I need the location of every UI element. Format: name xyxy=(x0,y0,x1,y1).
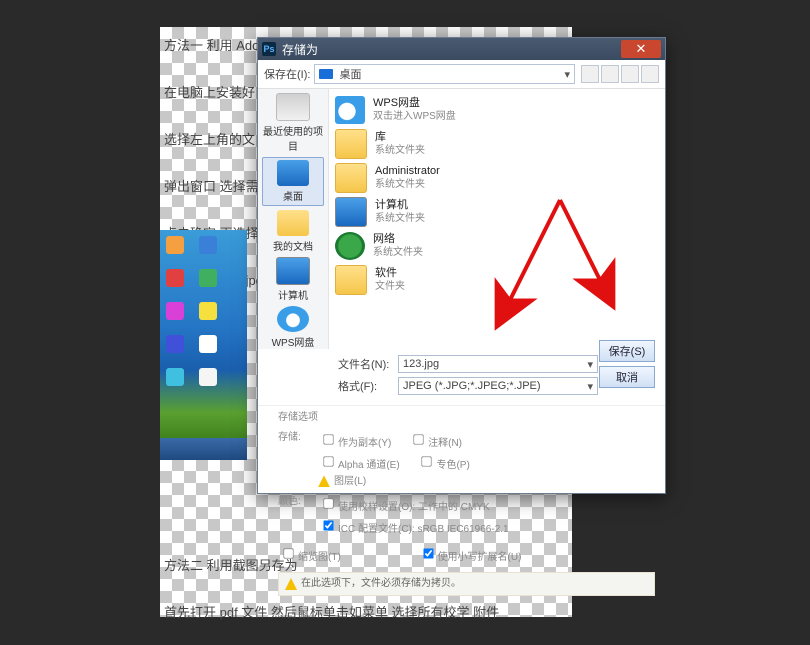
network-icon xyxy=(335,232,365,260)
computer-icon xyxy=(335,197,367,227)
desktop-icon xyxy=(319,69,333,79)
lowercase-ext-checkbox[interactable] xyxy=(423,548,433,558)
app-icon: Ps xyxy=(262,42,276,56)
nav-back-button[interactable] xyxy=(581,65,599,83)
save-in-label: 保存在(I): xyxy=(264,66,310,82)
place-wps[interactable]: WPS网盘 xyxy=(263,306,323,349)
cancel-button[interactable]: 取消 xyxy=(599,366,655,388)
warning-icon xyxy=(285,578,297,590)
format-label: 格式(F): xyxy=(338,378,398,394)
save-options: 存储选项 存储: 作为副本(Y) 注释(N) Alpha 通道(E) 专色(P)… xyxy=(258,405,665,602)
nav-new-folder-button[interactable] xyxy=(621,65,639,83)
folder-icon xyxy=(335,265,367,295)
place-computer[interactable]: 计算机 xyxy=(263,257,323,302)
folder-icon xyxy=(335,129,367,159)
save-as-dialog: Ps 存储为 ✕ 保存在(I): 桌面 ▾ 最近使用的项目 xyxy=(257,37,666,494)
format-combo[interactable]: JPEG (*.JPG;*.JPEG;*.JPE)▾ xyxy=(398,377,598,395)
places-sidebar: 最近使用的项目 桌面 我的文档 计算机 WPS网盘 xyxy=(258,89,329,349)
file-list[interactable]: WPS网盘双击进入WPS网盘 库系统文件夹 Administrator系统文件夹… xyxy=(329,89,665,349)
place-desktop[interactable]: 桌面 xyxy=(262,157,324,206)
dialog-title: 存储为 xyxy=(282,41,318,58)
folder-icon xyxy=(335,163,367,193)
nav-up-button[interactable] xyxy=(601,65,619,83)
desktop-preview xyxy=(160,230,247,445)
titlebar[interactable]: Ps 存储为 ✕ xyxy=(258,38,665,60)
thumbnail-checkbox[interactable] xyxy=(283,548,293,558)
location-row: 保存在(I): 桌面 ▾ xyxy=(258,60,665,89)
place-documents[interactable]: 我的文档 xyxy=(263,210,323,253)
cloud-icon xyxy=(335,96,365,124)
alpha-checkbox[interactable] xyxy=(323,456,333,466)
nav-view-button[interactable] xyxy=(641,65,659,83)
info-bar: 在此选项下，文件必须存储为拷贝。 xyxy=(278,572,655,596)
icc-checkbox[interactable] xyxy=(323,520,333,530)
close-button[interactable]: ✕ xyxy=(621,40,661,58)
save-in-value: 桌面 xyxy=(339,66,361,82)
spot-checkbox[interactable] xyxy=(422,456,432,466)
list-item[interactable]: 计算机系统文件夹 xyxy=(335,195,659,229)
filename-label: 文件名(N): xyxy=(338,356,398,372)
place-recent[interactable]: 最近使用的项目 xyxy=(263,93,323,153)
save-button[interactable]: 保存(S) xyxy=(599,340,655,362)
notes-checkbox[interactable] xyxy=(413,434,423,444)
list-item[interactable]: 软件文件夹 xyxy=(335,263,659,297)
as-copy-checkbox[interactable] xyxy=(323,434,333,444)
proof-checkbox[interactable] xyxy=(323,498,333,508)
list-item[interactable]: 网络系统文件夹 xyxy=(335,229,659,263)
list-item[interactable]: Administrator系统文件夹 xyxy=(335,161,659,195)
list-item[interactable]: WPS网盘双击进入WPS网盘 xyxy=(335,93,659,127)
list-item[interactable]: 库系统文件夹 xyxy=(335,127,659,161)
warning-icon xyxy=(318,475,330,487)
save-in-combo[interactable]: 桌面 ▾ xyxy=(314,64,575,84)
taskbar-preview xyxy=(160,438,247,460)
filename-input[interactable]: 123.jpg▾ xyxy=(398,355,598,373)
